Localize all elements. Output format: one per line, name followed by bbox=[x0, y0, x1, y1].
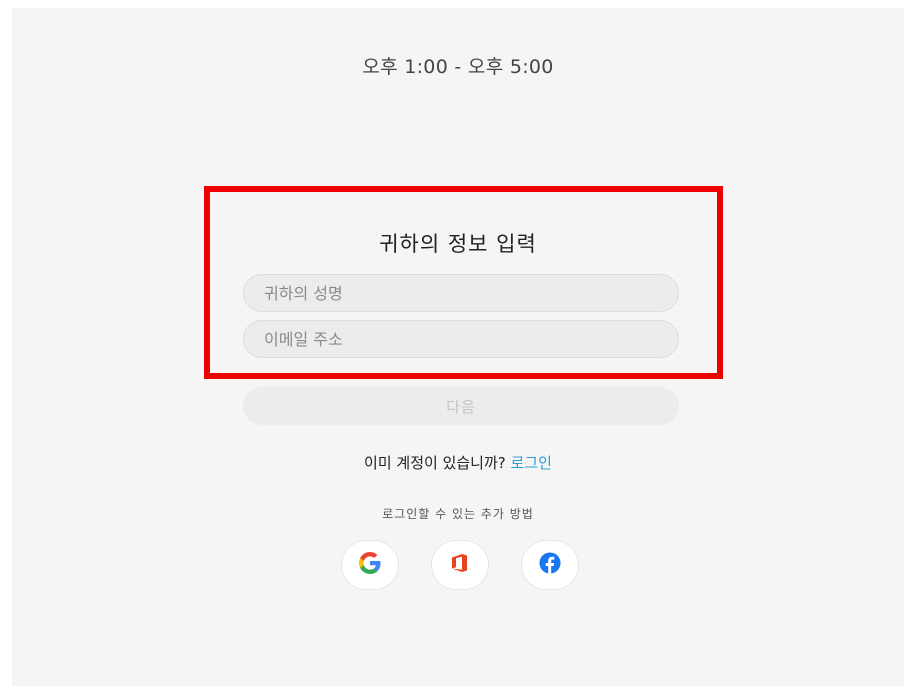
office-icon bbox=[451, 553, 469, 577]
login-link[interactable]: 로그인 bbox=[511, 454, 552, 472]
google-login-button[interactable] bbox=[341, 540, 399, 590]
facebook-icon bbox=[539, 552, 561, 578]
have-account-row: 이미 계정이 있습니까? 로그인 bbox=[0, 452, 916, 473]
facebook-login-button[interactable] bbox=[521, 540, 579, 590]
have-account-prompt: 이미 계정이 있습니까? bbox=[364, 454, 506, 472]
next-button[interactable]: 다음 bbox=[243, 387, 679, 425]
time-range-label: 오후 1:00 - 오후 5:00 bbox=[362, 56, 554, 78]
name-input[interactable] bbox=[243, 274, 679, 312]
google-icon bbox=[359, 552, 381, 578]
form-title: 귀하의 정보 입력 bbox=[379, 232, 537, 256]
alt-login-label: 로그인할 수 있는 추가 방법 bbox=[382, 507, 534, 521]
office-login-button[interactable] bbox=[431, 540, 489, 590]
email-input[interactable] bbox=[243, 320, 679, 358]
